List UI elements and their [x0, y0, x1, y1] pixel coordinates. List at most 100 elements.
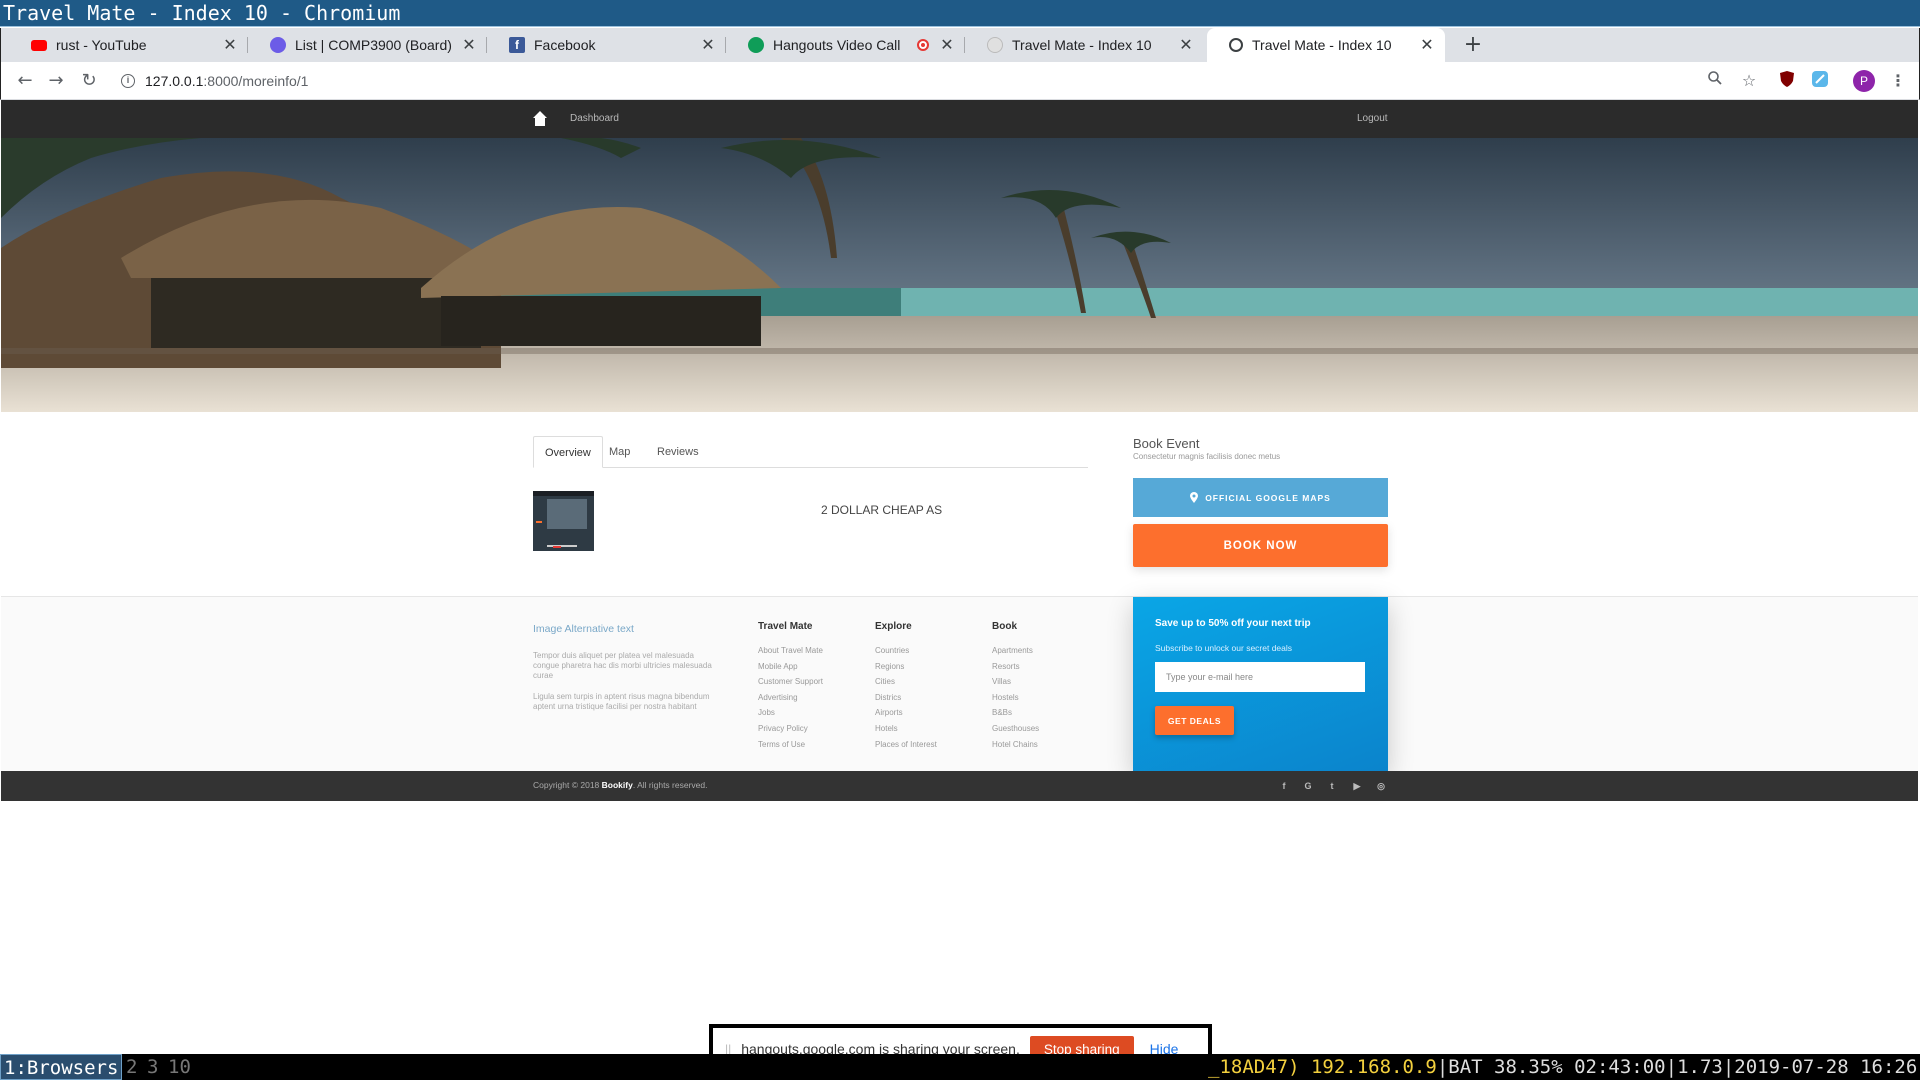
zoom-icon[interactable]: [1704, 70, 1726, 92]
tab-label: Travel Mate - Index 10: [1012, 37, 1152, 53]
profile-avatar[interactable]: P: [1853, 70, 1875, 92]
workspace-1[interactable]: 1:Browsers: [0, 1054, 123, 1080]
workspace-2[interactable]: 2: [123, 1054, 140, 1080]
promo-subtitle: Subscribe to unlock our secret deals: [1155, 643, 1293, 653]
wm-status-bar: 1:Browsers 2 3 10 _18AD47) 192.168.0.9|B…: [0, 1054, 1920, 1080]
ip-address: 192.168.0.9: [1310, 1056, 1437, 1078]
footer-heading: Explore: [875, 621, 912, 632]
footer-link[interactable]: Hotel Chains: [992, 737, 1039, 753]
footer-logo-alt: Image Alternative text: [533, 623, 634, 635]
address-bar[interactable]: i 127.0.0.1:8000/moreinfo/1: [111, 66, 1701, 96]
tab-comp3900-board[interactable]: List | COMP3900 (Board) ✕: [248, 28, 487, 62]
footer-link[interactable]: Places of Interest: [875, 737, 937, 753]
workspace-10[interactable]: 10: [165, 1054, 194, 1080]
tab-travel-mate-1[interactable]: Travel Mate - Index 10 ✕: [965, 28, 1204, 62]
get-deals-button[interactable]: GET DEALS: [1155, 706, 1234, 735]
footer-link[interactable]: Airports: [875, 705, 937, 721]
close-icon[interactable]: ✕: [1178, 35, 1194, 55]
browser-toolbar: ← → ↻ i 127.0.0.1:8000/moreinfo/1 ☆ P ⋮: [0, 62, 1920, 100]
google-maps-label: OFFICIAL GOOGLE MAPS: [1205, 492, 1331, 503]
footer-link[interactable]: B&Bs: [992, 705, 1039, 721]
facebook-icon[interactable]: f: [1277, 779, 1291, 793]
bookmark-star-icon[interactable]: ☆: [1738, 70, 1760, 92]
map-pin-icon: [1190, 492, 1199, 503]
system-info: _18AD47) 192.168.0.9|BAT 38.35% 02:43:00…: [1208, 1054, 1920, 1080]
deals-promo-box: Save up to 50% off your next trip Subscr…: [1133, 597, 1388, 771]
book-now-button[interactable]: BOOK NOW: [1133, 524, 1388, 567]
footer-text-2: Ligula sem turpis in aptent risus magna …: [533, 692, 710, 711]
close-icon[interactable]: ✕: [222, 35, 238, 55]
email-field[interactable]: Type your e-mail here: [1155, 662, 1365, 692]
tab-facebook[interactable]: f Facebook ✕: [487, 28, 726, 62]
footer-column-explore: Explore Countries Regions Cities Distric…: [875, 621, 937, 752]
tab-reviews[interactable]: Reviews: [646, 436, 710, 468]
nav-dashboard-link[interactable]: Dashboard: [570, 113, 619, 124]
tab-overview[interactable]: Overview: [533, 436, 603, 468]
footer-link[interactable]: Regions: [875, 659, 937, 675]
youtube-icon: [31, 39, 47, 51]
tab-label: Facebook: [534, 37, 596, 53]
overview-description: 2 DOLLAR CHEAP AS: [821, 503, 943, 517]
tab-strip: rust - YouTube ✕ List | COMP3900 (Board)…: [0, 28, 1920, 62]
tab-map[interactable]: Map: [598, 436, 641, 468]
host-id: _18AD47): [1208, 1056, 1300, 1078]
footer-link[interactable]: Hostels: [992, 690, 1039, 706]
footer-link[interactable]: Guesthouses: [992, 721, 1039, 737]
footer-link[interactable]: Hotels: [875, 721, 937, 737]
footer-link[interactable]: Cities: [875, 674, 937, 690]
instagram-icon[interactable]: ◎: [1374, 779, 1388, 793]
copyright-prefix: Copyright © 2018: [533, 780, 600, 790]
copyright-text: Copyright © 2018 Bookify. All rights res…: [533, 780, 707, 790]
tab-label: List | COMP3900 (Board): [295, 37, 452, 53]
google-maps-button[interactable]: OFFICIAL GOOGLE MAPS: [1133, 478, 1388, 517]
footer-link[interactable]: Countries: [875, 643, 937, 659]
footer-link[interactable]: Terms of Use: [758, 737, 823, 753]
info-icon[interactable]: i: [121, 74, 135, 88]
hero-beach-image: [1, 138, 1918, 412]
footer-link[interactable]: Customer Support: [758, 674, 823, 690]
footer-link[interactable]: Mobile App: [758, 659, 823, 675]
load-average: 1.73: [1677, 1056, 1723, 1078]
close-icon[interactable]: ✕: [1419, 35, 1435, 55]
footer-link[interactable]: Advertising: [758, 690, 823, 706]
workspace-3[interactable]: 3: [144, 1054, 161, 1080]
menu-kebab-icon[interactable]: ⋮: [1887, 70, 1909, 92]
footer-link[interactable]: Districs: [875, 690, 937, 706]
new-tab-button[interactable]: +: [1456, 28, 1490, 62]
footer-link[interactable]: Privacy Policy: [758, 721, 823, 737]
tab-label: Hangouts Video Call: [773, 37, 901, 53]
nav-logout-link[interactable]: Logout: [1357, 113, 1388, 124]
youtube-icon[interactable]: ▶: [1350, 779, 1364, 793]
back-icon[interactable]: ←: [12, 68, 38, 94]
footer-link[interactable]: About Travel Mate: [758, 643, 823, 659]
footer-link[interactable]: Jobs: [758, 705, 823, 721]
close-icon[interactable]: ✕: [700, 35, 716, 55]
ublock-icon[interactable]: [1776, 70, 1798, 92]
tab-travel-mate-active[interactable]: Travel Mate - Index 10 ✕: [1207, 28, 1445, 62]
window-title: Travel Mate - Index 10 - Chromium: [0, 0, 1920, 27]
close-icon[interactable]: ✕: [939, 35, 955, 55]
google-icon[interactable]: G: [1301, 779, 1315, 793]
facebook-icon: f: [509, 37, 525, 53]
listing-thumbnail[interactable]: [533, 491, 594, 551]
footer-link[interactable]: Apartments: [992, 643, 1039, 659]
extension-icon[interactable]: [1809, 70, 1831, 92]
recording-icon: [917, 39, 929, 51]
forward-icon[interactable]: →: [43, 68, 69, 94]
battery-status: BAT 38.35% 02:43:00: [1448, 1056, 1666, 1078]
detail-tabs: Overview Map Reviews: [533, 436, 1088, 468]
reload-icon[interactable]: ↻: [76, 68, 102, 94]
footer-heading: Travel Mate: [758, 621, 813, 632]
twitter-icon[interactable]: t: [1325, 779, 1339, 793]
thumbnail-image: [533, 491, 594, 551]
footer-link[interactable]: Resorts: [992, 659, 1039, 675]
board-icon: [270, 37, 286, 53]
tab-youtube[interactable]: rust - YouTube ✕: [9, 28, 248, 62]
home-icon[interactable]: [533, 111, 547, 126]
copyright-suffix: . All rights reserved.: [632, 780, 708, 790]
tab-hangouts[interactable]: Hangouts Video Call ✕: [726, 28, 965, 62]
close-icon[interactable]: ✕: [461, 35, 477, 55]
copyright-brand[interactable]: Bookify: [602, 780, 633, 790]
footer-link[interactable]: Villas: [992, 674, 1039, 690]
tab-label: Travel Mate - Index 10: [1252, 37, 1392, 53]
